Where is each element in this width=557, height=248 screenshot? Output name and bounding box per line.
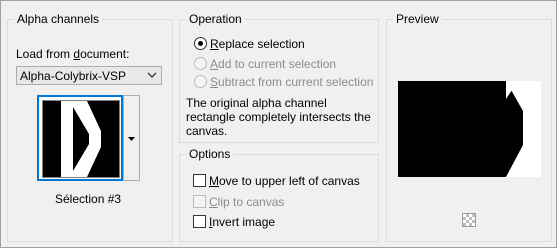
load-selection-dialog: Alpha channels Load from document: Alpha… — [0, 0, 557, 248]
invert-image-label[interactable]: Invert image — [209, 215, 275, 229]
thumbnail-dropdown-button[interactable] — [123, 95, 140, 181]
replace-selection-label[interactable]: Replace selection — [210, 37, 305, 51]
document-select-value: Alpha-Colybrix-VSP — [20, 69, 127, 83]
move-to-upper-left-label[interactable]: Move to upper left of canvas — [209, 174, 360, 188]
preview-title: Preview — [393, 12, 442, 26]
invert-image-checkbox[interactable] — [193, 215, 206, 228]
triangle-down-icon — [128, 137, 135, 141]
alpha-thumbnail-image — [42, 100, 120, 178]
alpha-channel-thumbnail[interactable] — [37, 95, 123, 181]
transparency-checker-icon[interactable] — [462, 213, 476, 227]
subtract-selection-radio[interactable] — [194, 75, 207, 88]
subtract-selection-label[interactable]: Subtract from current selection — [210, 75, 373, 89]
preview-shape-icon — [398, 81, 541, 177]
selection-name-label: Sélection #3 — [55, 192, 122, 206]
operation-title: Operation — [186, 12, 245, 26]
document-select[interactable]: Alpha-Colybrix-VSP — [16, 66, 162, 85]
alpha-channels-title: Alpha channels — [14, 12, 103, 26]
operation-description: The original alpha channel rectangle com… — [186, 96, 371, 138]
chevron-down-icon — [147, 72, 157, 78]
clip-to-canvas-checkbox[interactable] — [193, 195, 206, 208]
move-to-upper-left-checkbox[interactable] — [193, 174, 206, 187]
add-to-selection-label[interactable]: Add to current selection — [210, 57, 336, 71]
preview-image — [398, 81, 541, 177]
clip-to-canvas-label[interactable]: Clip to canvas — [209, 195, 284, 209]
add-to-selection-radio[interactable] — [194, 57, 207, 70]
load-from-document-label: Load from document: — [16, 47, 130, 61]
replace-selection-radio[interactable] — [194, 37, 207, 50]
options-title: Options — [186, 147, 234, 161]
radio-dot-icon — [198, 41, 203, 46]
alpha-shape-icon — [43, 101, 119, 177]
